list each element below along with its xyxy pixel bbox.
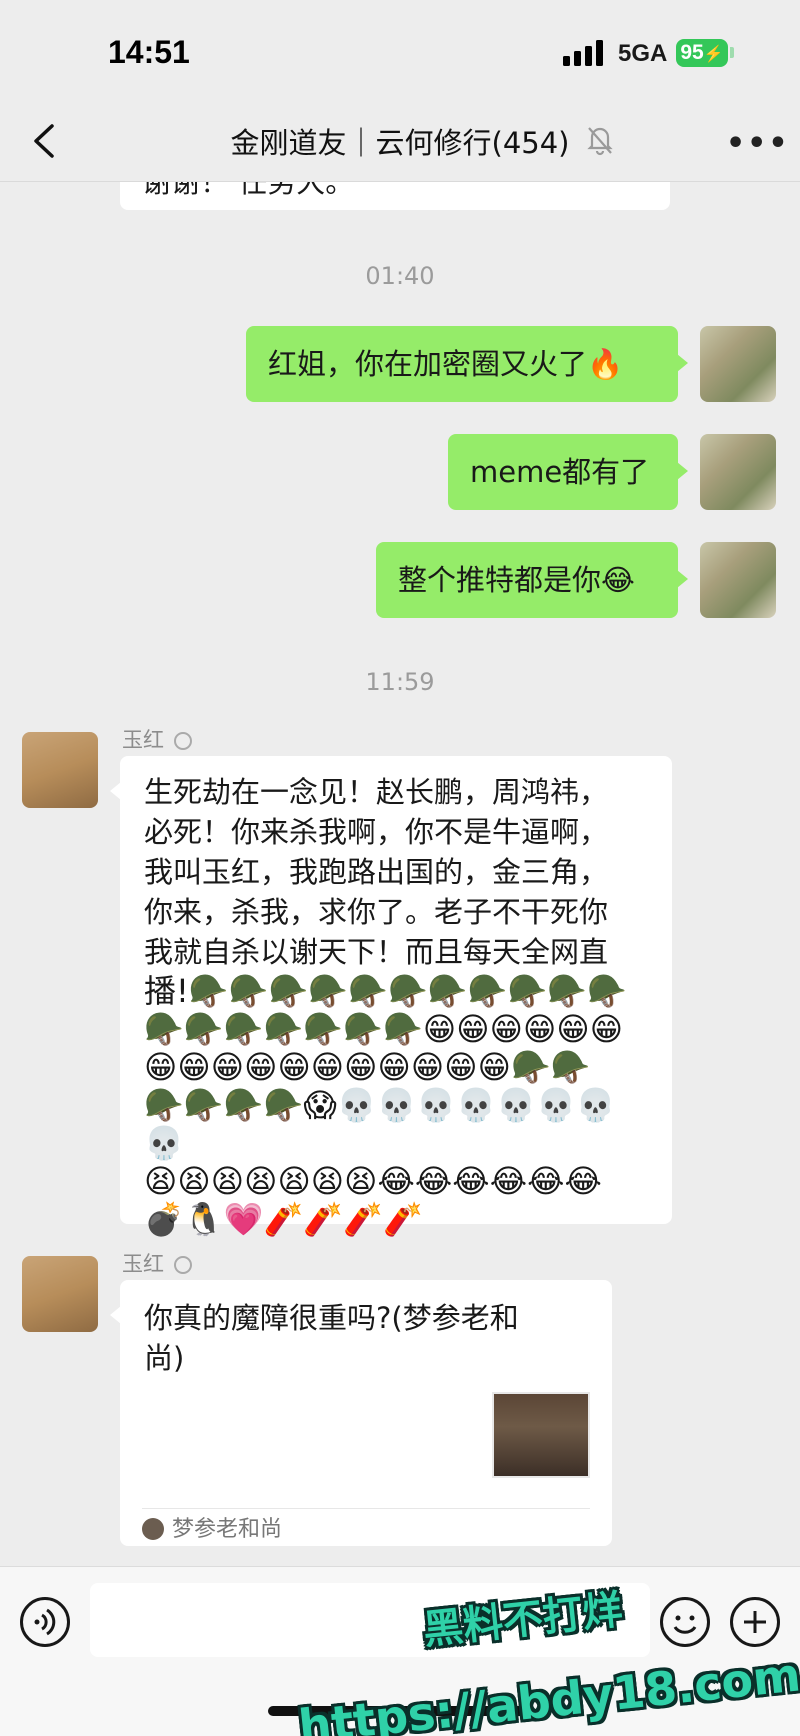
message-line: 😁😁😁😁😁😁😁😁😁😁😁🪖🪖 [144,1048,591,1086]
message-line: 我就自杀以谢天下！而且每天全网直 [144,935,609,969]
divider [142,1508,590,1509]
member-message-bubble[interactable]: 生死劫在一念见！赵长鹏，周鸿祎， 必死！你来杀我啊，你不是牛逼啊， 我叫玉红，我… [110,756,672,1238]
source-avatar-icon [142,1518,164,1540]
timestamp: 11:59 [365,668,435,696]
more-options-icon[interactable]: ••• [726,126,788,161]
message-line: 😫😫😫😫😫😫😫😂😂😂😂😂😂 [144,1162,602,1200]
message-text: meme都有了 [470,455,650,489]
card-title-line: 你真的魔障很重吗?(梦参老和 [144,1301,519,1335]
self-avatar[interactable] [700,434,776,510]
card-source: 梦参老和尚 [142,1510,282,1550]
message-text: 红姐，你在加密圈又火了🔥 [268,347,624,381]
member-avatar[interactable] [22,732,98,808]
message-line: 播!🪖🪖🪖🪖🪖🪖🪖🪖🪖🪖🪖 [144,972,628,1010]
sender-name-text: 玉红 [122,1252,164,1276]
battery-icon: 95⚡ [676,39,728,67]
status-circle-icon [174,1256,192,1274]
sender-name: 玉红 [122,724,192,754]
signal-icon [563,40,607,66]
message-line: 💣🐧💗🧨🧨🧨🧨 [144,1200,423,1238]
message-line: 🪖🪖🪖🪖🪖🪖🪖😁😁😁😁😁😁 [144,1010,624,1048]
voice-input-icon[interactable] [20,1597,70,1647]
emoji-icon[interactable] [660,1597,710,1647]
self-avatar[interactable] [700,326,776,402]
link-card[interactable]: 你真的魔障很重吗?(梦参老和 尚) 梦参老和尚 [110,1280,612,1546]
message-line: 你来，杀我，求你了。老子不干死你 [144,895,609,929]
status-bar: 14:51 5GA 95⚡ [0,0,800,100]
plus-icon[interactable] [730,1597,780,1647]
chat-area: 谢谢！ 任务大。 01:40 红姐，你在加密圈又火了🔥 meme都有了 整个推特… [0,0,800,1736]
member-avatar[interactable] [22,1256,98,1332]
chat-title: 金刚道友｜云何修行(454) [230,126,570,160]
card-source-text: 梦参老和尚 [172,1517,283,1542]
self-message-bubble[interactable]: meme都有了 [448,434,688,510]
status-circle-icon [174,732,192,750]
bell-slash-icon [587,127,613,156]
card-title-line: 尚) [144,1341,185,1375]
sender-name: 玉红 [122,1248,192,1278]
battery-level: 95 [680,41,704,64]
message-line: 我叫玉红，我跑路出国的，金三角， [144,855,609,889]
message-line: 必死！你来杀我啊，你不是牛逼啊， [144,815,609,849]
network-label: 5GA [618,40,668,67]
status-time: 14:51 [108,34,190,70]
self-message-bubble[interactable]: 红姐，你在加密圈又火了🔥 [246,326,688,402]
battery-tip [730,47,734,58]
message-text: 整个推特都是你😂 [398,563,635,597]
message-line: 生死劫在一念见！赵长鹏，周鸿祎， [144,775,609,809]
timestamp: 01:40 [365,262,435,290]
message-line: 🪖🪖🪖🪖😱💀💀💀💀💀💀💀💀 [144,1086,616,1162]
self-message-bubble[interactable]: 整个推特都是你😂 [376,542,688,618]
self-avatar[interactable] [700,542,776,618]
card-thumbnail-image [492,1392,590,1478]
sender-name-text: 玉红 [122,728,164,752]
chat-header: 金刚道友｜云何修行(454) ••• [0,100,800,182]
